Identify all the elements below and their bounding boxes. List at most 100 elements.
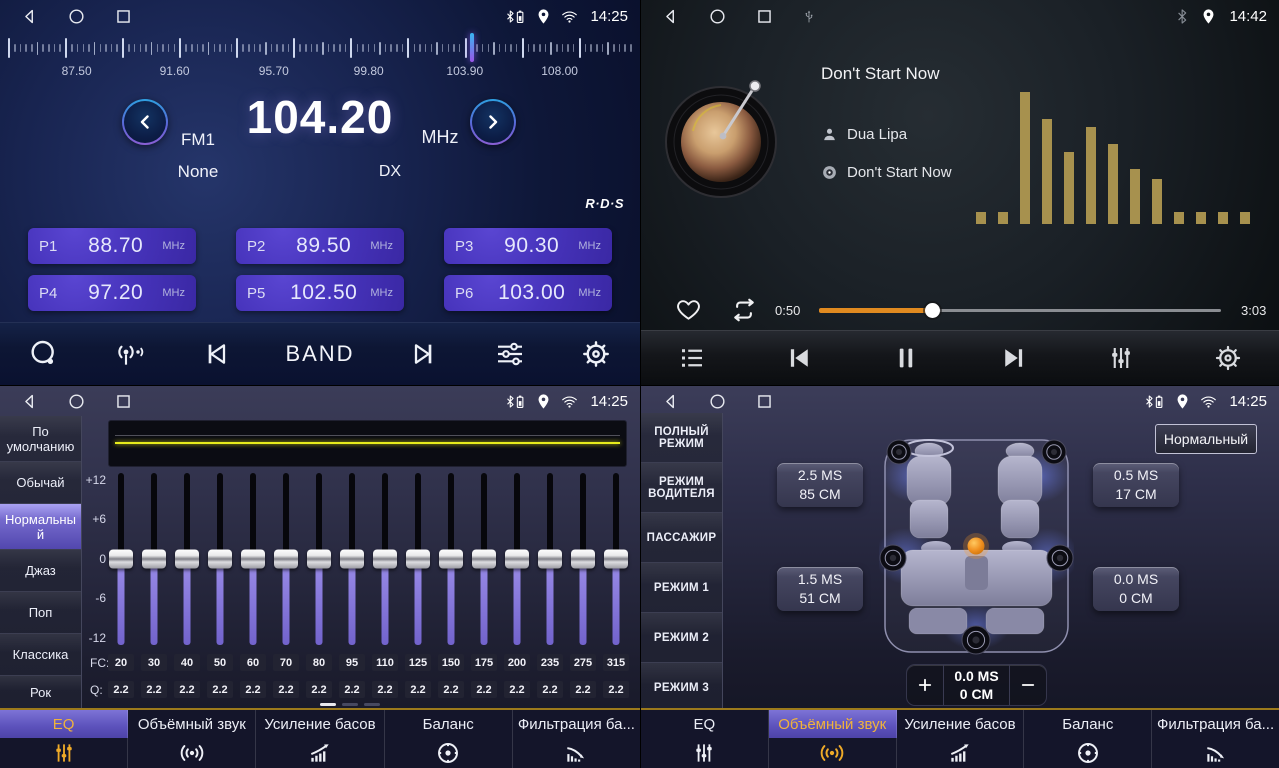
front-left-delay-button[interactable]: 2.5 MS 85 CM	[777, 463, 863, 507]
fc-value[interactable]: 200	[504, 654, 530, 671]
slider-knob[interactable]	[175, 550, 199, 569]
filter-icon[interactable]	[1152, 738, 1279, 768]
back-icon[interactable]	[661, 7, 680, 26]
equalizer-icon[interactable]	[494, 338, 526, 370]
tab-eq[interactable]: EQ	[641, 710, 769, 738]
filter-icon[interactable]	[513, 738, 640, 768]
mode-driver[interactable]: РЕЖИМ ВОДИТЕЛЯ	[641, 463, 722, 513]
eq-band-slider[interactable]	[340, 473, 364, 645]
slider-knob[interactable]	[340, 550, 364, 569]
increase-delay-button[interactable]	[907, 665, 944, 705]
broadcast-antenna-icon[interactable]	[114, 338, 146, 370]
eq-band-slider[interactable]	[274, 473, 298, 645]
listening-position-marker[interactable]	[968, 538, 985, 555]
playlist-icon[interactable]	[677, 343, 707, 373]
settings-gear-icon[interactable]	[580, 338, 612, 370]
settings-gear-icon[interactable]	[1213, 343, 1243, 373]
slider-knob[interactable]	[571, 550, 595, 569]
tab-eq[interactable]: EQ	[0, 710, 128, 738]
q-value[interactable]: 2.2	[273, 681, 299, 698]
eq-preset-jazz[interactable]: Джаз	[0, 550, 81, 592]
slider-knob[interactable]	[406, 550, 430, 569]
seek-bar-thumb[interactable]	[925, 303, 940, 318]
eq-band-slider[interactable]	[241, 473, 265, 645]
rear-left-delay-button[interactable]: 1.5 MS 51 CM	[777, 567, 863, 611]
fc-value[interactable]: 30	[141, 654, 167, 671]
recents-icon[interactable]	[755, 7, 774, 26]
q-value[interactable]: 2.2	[504, 681, 530, 698]
seek-previous-icon[interactable]	[200, 338, 232, 370]
eq-icon[interactable]	[641, 738, 769, 768]
tab-filter[interactable]: Фильтрация ба...	[1152, 710, 1279, 738]
fc-value[interactable]: 315	[603, 654, 629, 671]
q-value[interactable]: 2.2	[471, 681, 497, 698]
seek-next-icon[interactable]	[408, 338, 440, 370]
surround-icon[interactable]	[128, 738, 256, 768]
bass-boost-icon[interactable]	[897, 738, 1025, 768]
slider-knob[interactable]	[373, 550, 397, 569]
fc-value[interactable]: 275	[570, 654, 596, 671]
eq-band-slider[interactable]	[505, 473, 529, 645]
eq-band-slider[interactable]	[208, 473, 232, 645]
q-value[interactable]: 2.2	[339, 681, 365, 698]
home-icon[interactable]	[708, 392, 727, 411]
page-indicator[interactable]	[342, 703, 358, 706]
album-art-vinyl[interactable]	[663, 76, 779, 192]
home-icon[interactable]	[708, 7, 727, 26]
recents-icon[interactable]	[755, 392, 774, 411]
mode-2[interactable]: РЕЖИМ 2	[641, 613, 722, 663]
preset-p4[interactable]: P497.20MHz	[28, 275, 196, 311]
eq-band-slider[interactable]	[142, 473, 166, 645]
tune-down-button[interactable]	[122, 99, 168, 145]
tab-balance[interactable]: Баланс	[1024, 710, 1152, 738]
next-track-icon[interactable]	[999, 343, 1029, 373]
eq-band-slider[interactable]	[538, 473, 562, 645]
tab-bass-boost[interactable]: Усиление басов	[256, 710, 384, 738]
eq-preset-default[interactable]: По умолчанию	[0, 416, 81, 462]
slider-knob[interactable]	[307, 550, 331, 569]
eq-preset-classic[interactable]: Классика	[0, 634, 81, 676]
eq-band-slider[interactable]	[109, 473, 133, 645]
frequency-dial[interactable]	[8, 36, 632, 60]
back-icon[interactable]	[20, 392, 39, 411]
tune-up-button[interactable]	[470, 99, 516, 145]
q-value[interactable]: 2.2	[537, 681, 563, 698]
fc-value[interactable]: 60	[240, 654, 266, 671]
page-indicator[interactable]	[364, 703, 380, 706]
previous-track-icon[interactable]	[784, 343, 814, 373]
preset-p6[interactable]: P6103.00MHz	[444, 275, 612, 311]
mode-3[interactable]: РЕЖИМ 3	[641, 663, 722, 713]
eq-band-slider[interactable]	[175, 473, 199, 645]
q-value[interactable]: 2.2	[372, 681, 398, 698]
tab-bass-boost[interactable]: Усиление басов	[897, 710, 1025, 738]
q-value[interactable]: 2.2	[207, 681, 233, 698]
recents-icon[interactable]	[114, 392, 133, 411]
home-icon[interactable]	[67, 7, 86, 26]
slider-knob[interactable]	[109, 550, 133, 569]
mode-passenger[interactable]: ПАССАЖИР	[641, 513, 722, 563]
q-value[interactable]: 2.2	[306, 681, 332, 698]
fc-value[interactable]: 110	[372, 654, 398, 671]
fc-value[interactable]: 150	[438, 654, 464, 671]
recents-icon[interactable]	[114, 7, 133, 26]
slider-knob[interactable]	[505, 550, 529, 569]
eq-band-slider[interactable]	[472, 473, 496, 645]
home-icon[interactable]	[67, 392, 86, 411]
slider-knob[interactable]	[241, 550, 265, 569]
dial-pointer[interactable]	[470, 33, 474, 62]
bass-boost-icon[interactable]	[256, 738, 384, 768]
eq-preset-rock[interactable]: Рок	[0, 676, 81, 708]
eq-preset-custom[interactable]: Обычай	[0, 462, 81, 504]
balance-icon[interactable]	[1024, 738, 1152, 768]
fc-value[interactable]: 95	[339, 654, 365, 671]
preset-p3[interactable]: P390.30MHz	[444, 228, 612, 264]
fc-value[interactable]: 175	[471, 654, 497, 671]
mode-full[interactable]: ПОЛНЫЙ РЕЖИМ	[641, 413, 722, 463]
preset-p2[interactable]: P289.50MHz	[236, 228, 404, 264]
front-right-delay-button[interactable]: 0.5 MS 17 CM	[1093, 463, 1179, 507]
sound-preset-button[interactable]: Нормальный	[1155, 424, 1257, 454]
preset-p1[interactable]: P188.70MHz	[28, 228, 196, 264]
slider-knob[interactable]	[604, 550, 628, 569]
decrease-delay-button[interactable]	[1009, 665, 1046, 705]
pause-icon[interactable]	[891, 343, 921, 373]
